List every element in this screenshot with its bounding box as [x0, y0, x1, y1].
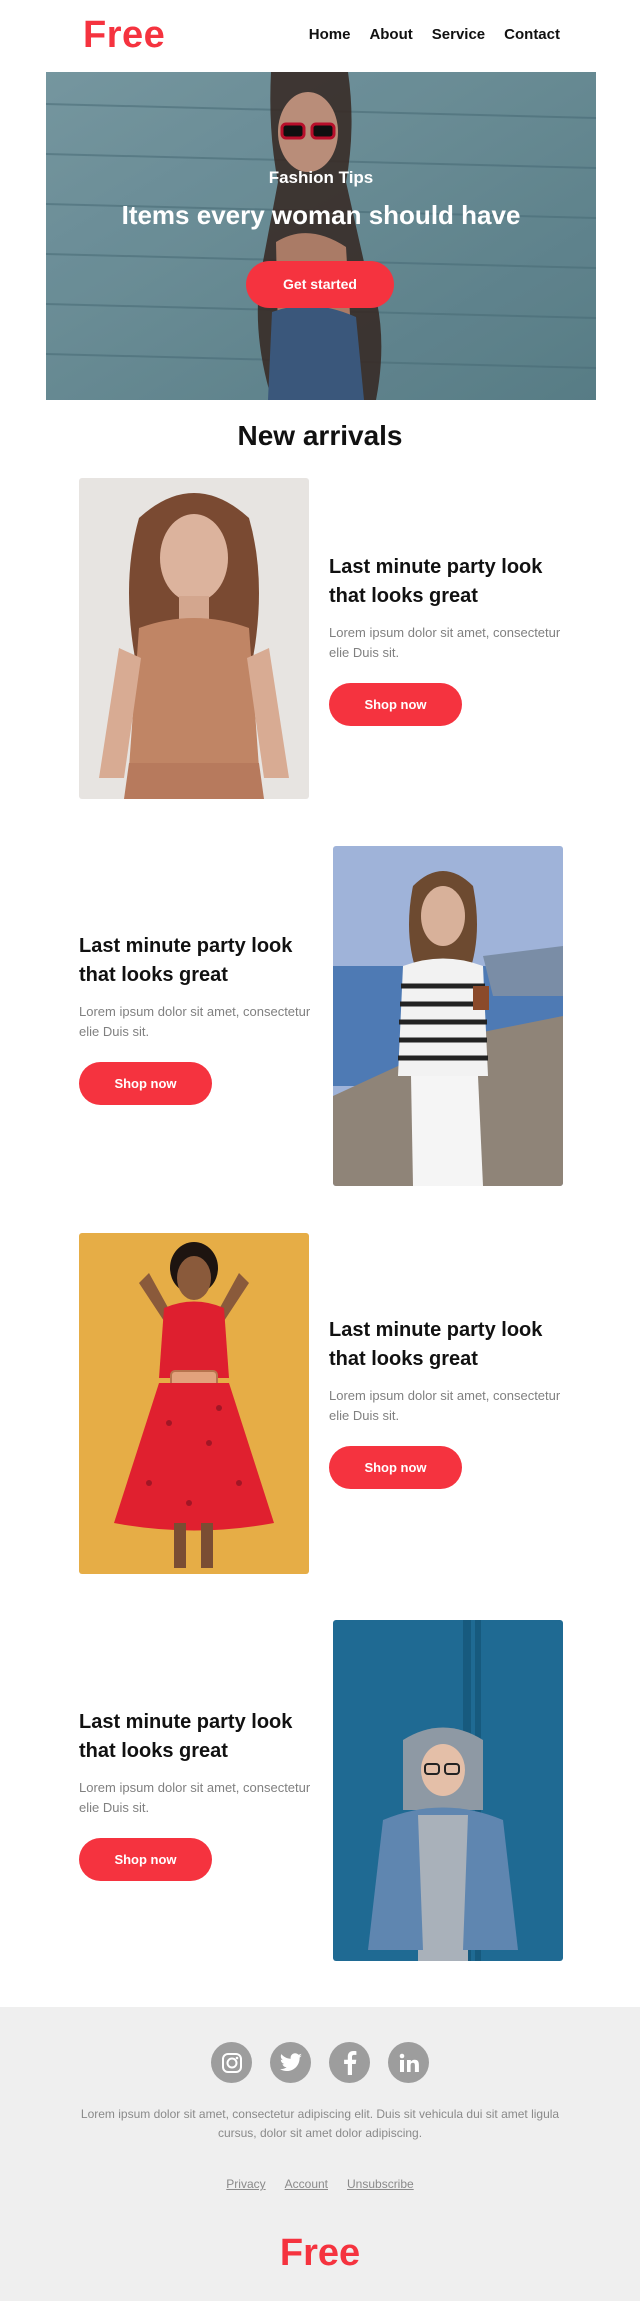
- product-image[interactable]: [79, 478, 309, 799]
- hero-title: Items every woman should have: [121, 200, 521, 230]
- instagram-icon[interactable]: [211, 2042, 252, 2083]
- product-description: Lorem ipsum dolor sit amet, consectetur …: [329, 1388, 561, 1423]
- product-title: Last minute party look that looks great: [329, 556, 543, 607]
- product-card: Last minute party look that looks great …: [79, 1620, 563, 1961]
- main-nav: Home About Service Contact: [309, 26, 560, 43]
- hero-eyebrow: Fashion Tips: [268, 168, 374, 187]
- product-title: Last minute party look that looks great: [329, 1319, 543, 1370]
- product-description: Lorem ipsum dolor sit amet, consectetur …: [329, 625, 561, 660]
- shop-now-button[interactable]: Shop now: [329, 1446, 462, 1489]
- header: Free Home About Service Contact: [0, 0, 640, 72]
- product-text: Last minute party look that looks great …: [79, 1708, 319, 1881]
- product-title: Last minute party look that looks great: [79, 935, 293, 986]
- new-arrivals-title: New arrivals: [237, 420, 403, 451]
- twitter-icon[interactable]: [270, 2042, 311, 2083]
- product-text: Last minute party look that looks great …: [329, 1316, 569, 1489]
- footer-logo[interactable]: Free: [0, 2232, 640, 2275]
- privacy-link[interactable]: Privacy: [226, 2177, 265, 2191]
- product-image[interactable]: [333, 846, 563, 1186]
- product-text: Last minute party look that looks great …: [329, 553, 569, 726]
- product-description: Lorem ipsum dolor sit amet, consectetur …: [79, 1004, 311, 1039]
- email-page: Free Home About Service Contact Fashion …: [0, 0, 640, 2301]
- product-title: Last minute party look that looks great: [79, 1711, 293, 1762]
- product-image[interactable]: [333, 1620, 563, 1961]
- brand-logo[interactable]: Free: [83, 14, 165, 57]
- shop-now-button[interactable]: Shop now: [79, 1062, 212, 1105]
- facebook-icon[interactable]: [329, 2042, 370, 2083]
- nav-contact-link[interactable]: Contact: [504, 26, 560, 43]
- nav-home-link[interactable]: Home: [309, 26, 351, 43]
- footer-links: Privacy Account Unsubscribe: [0, 2177, 640, 2191]
- shop-now-button[interactable]: Shop now: [329, 683, 462, 726]
- social-links: [0, 2042, 640, 2083]
- hero-content: Fashion Tips Items every woman should ha…: [46, 72, 596, 400]
- product-text: Last minute party look that looks great …: [79, 932, 319, 1105]
- unsubscribe-link[interactable]: Unsubscribe: [347, 2177, 414, 2191]
- get-started-button[interactable]: Get started: [246, 261, 394, 308]
- footer-description: Lorem ipsum dolor sit amet, consectetur …: [80, 2107, 560, 2140]
- footer: Lorem ipsum dolor sit amet, consectetur …: [0, 2007, 640, 2301]
- product-card: Last minute party look that looks great …: [79, 1233, 563, 1574]
- product-card: Last minute party look that looks great …: [79, 846, 563, 1186]
- hero-banner: Fashion Tips Items every woman should ha…: [46, 72, 596, 400]
- product-description: Lorem ipsum dolor sit amet, consectetur …: [79, 1780, 311, 1815]
- linkedin-icon[interactable]: [388, 2042, 429, 2083]
- nav-about-link[interactable]: About: [369, 26, 412, 43]
- shop-now-button[interactable]: Shop now: [79, 1838, 212, 1881]
- product-image[interactable]: [79, 1233, 309, 1574]
- nav-service-link[interactable]: Service: [432, 26, 485, 43]
- account-link[interactable]: Account: [285, 2177, 328, 2191]
- product-card: Last minute party look that looks great …: [79, 478, 563, 799]
